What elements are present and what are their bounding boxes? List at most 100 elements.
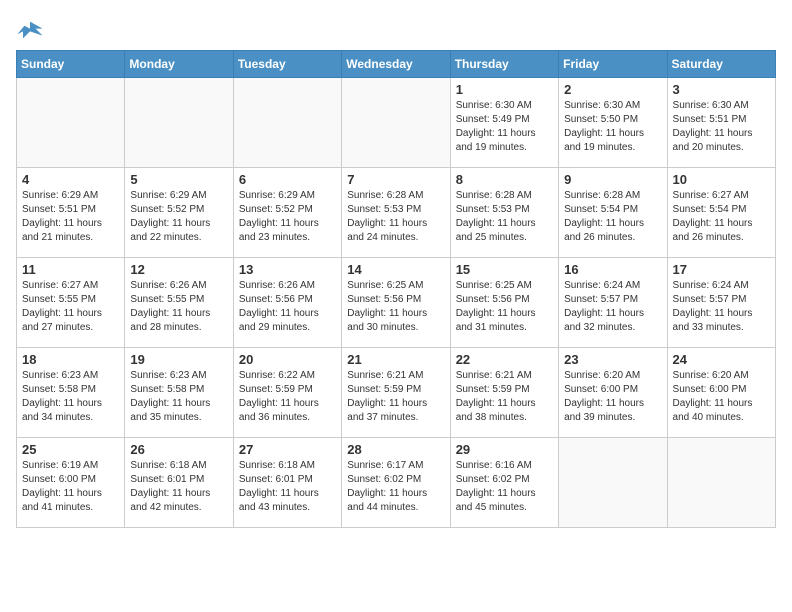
day-cell <box>233 78 341 168</box>
day-info: Sunrise: 6:23 AM Sunset: 5:58 PM Dayligh… <box>130 369 227 425</box>
day-cell: 12 Sunrise: 6:26 AM Sunset: 5:55 PM Dayli… <box>125 258 233 348</box>
day-cell <box>342 78 450 168</box>
day-cell: 19 Sunrise: 6:23 AM Sunset: 5:58 PM Dayli… <box>125 348 233 438</box>
day-cell: 29 Sunrise: 6:16 AM Sunset: 6:02 PM Dayli… <box>450 438 558 528</box>
day-number: 5 <box>130 172 227 187</box>
day-cell: 2 Sunrise: 6:30 AM Sunset: 5:50 PM Daylig… <box>559 78 667 168</box>
page-header <box>16 16 776 44</box>
day-number: 21 <box>347 352 444 367</box>
day-cell: 22Sunrise: 6:21 AM Sunset: 5:59 PM Dayli… <box>450 348 558 438</box>
day-info: Sunrise: 6:30 AM Sunset: 5:51 PM Dayligh… <box>673 99 770 155</box>
day-cell: 16 Sunrise: 6:24 AM Sunset: 5:57 PM Dayli… <box>559 258 667 348</box>
header-cell-sunday: Sunday <box>17 51 125 78</box>
day-cell: 18 Sunrise: 6:23 AM Sunset: 5:58 PM Dayli… <box>17 348 125 438</box>
week-row-0: 1 Sunrise: 6:30 AM Sunset: 5:49 PM Daylig… <box>17 78 776 168</box>
day-number: 16 <box>564 262 661 277</box>
week-row-4: 25 Sunrise: 6:19 AM Sunset: 6:00 PM Dayli… <box>17 438 776 528</box>
week-row-1: 4 Sunrise: 6:29 AM Sunset: 5:51 PM Daylig… <box>17 168 776 258</box>
day-cell: 23 Sunrise: 6:20 AM Sunset: 6:00 PM Dayli… <box>559 348 667 438</box>
day-number: 26 <box>130 442 227 457</box>
day-info: Sunrise: 6:28 AM Sunset: 5:53 PM Dayligh… <box>456 189 553 245</box>
day-number: 2 <box>564 82 661 97</box>
day-cell: 27 Sunrise: 6:18 AM Sunset: 6:01 PM Dayli… <box>233 438 341 528</box>
day-number: 23 <box>564 352 661 367</box>
day-number: 4 <box>22 172 119 187</box>
day-info: Sunrise: 6:17 AM Sunset: 6:02 PM Dayligh… <box>347 459 444 515</box>
day-info: Sunrise: 6:30 AM Sunset: 5:50 PM Dayligh… <box>564 99 661 155</box>
day-info: Sunrise: 6:25 AM Sunset: 5:56 PM Dayligh… <box>347 279 444 335</box>
day-cell: 28Sunrise: 6:17 AM Sunset: 6:02 PM Dayli… <box>342 438 450 528</box>
header-row: SundayMondayTuesdayWednesdayThursdayFrid… <box>17 51 776 78</box>
day-info: Sunrise: 6:29 AM Sunset: 5:52 PM Dayligh… <box>130 189 227 245</box>
day-cell: 10 Sunrise: 6:27 AM Sunset: 5:54 PM Dayli… <box>667 168 775 258</box>
day-info: Sunrise: 6:18 AM Sunset: 6:01 PM Dayligh… <box>130 459 227 515</box>
day-cell: 1 Sunrise: 6:30 AM Sunset: 5:49 PM Daylig… <box>450 78 558 168</box>
day-cell: 14 Sunrise: 6:25 AM Sunset: 5:56 PM Dayli… <box>342 258 450 348</box>
day-cell <box>125 78 233 168</box>
day-cell <box>559 438 667 528</box>
day-number: 24 <box>673 352 770 367</box>
day-info: Sunrise: 6:24 AM Sunset: 5:57 PM Dayligh… <box>673 279 770 335</box>
day-info: Sunrise: 6:18 AM Sunset: 6:01 PM Dayligh… <box>239 459 336 515</box>
day-info: Sunrise: 6:25 AM Sunset: 5:56 PM Dayligh… <box>456 279 553 335</box>
day-number: 12 <box>130 262 227 277</box>
day-number: 8 <box>456 172 553 187</box>
day-cell: 8 Sunrise: 6:28 AM Sunset: 5:53 PM Daylig… <box>450 168 558 258</box>
day-cell <box>667 438 775 528</box>
day-info: Sunrise: 6:16 AM Sunset: 6:02 PM Dayligh… <box>456 459 553 515</box>
day-number: 27 <box>239 442 336 457</box>
day-number: 9 <box>564 172 661 187</box>
day-cell: 13Sunrise: 6:26 AM Sunset: 5:56 PM Dayli… <box>233 258 341 348</box>
day-number: 29 <box>456 442 553 457</box>
calendar-body: 1 Sunrise: 6:30 AM Sunset: 5:49 PM Daylig… <box>17 78 776 528</box>
day-cell: 15 Sunrise: 6:25 AM Sunset: 5:56 PM Dayli… <box>450 258 558 348</box>
day-cell: 4 Sunrise: 6:29 AM Sunset: 5:51 PM Daylig… <box>17 168 125 258</box>
day-number: 22 <box>456 352 553 367</box>
week-row-2: 11Sunrise: 6:27 AM Sunset: 5:55 PM Dayli… <box>17 258 776 348</box>
day-cell: 3 Sunrise: 6:30 AM Sunset: 5:51 PM Daylig… <box>667 78 775 168</box>
day-cell: 20Sunrise: 6:22 AM Sunset: 5:59 PM Dayli… <box>233 348 341 438</box>
day-number: 18 <box>22 352 119 367</box>
day-number: 7 <box>347 172 444 187</box>
logo-bird-icon <box>16 16 44 44</box>
day-info: Sunrise: 6:27 AM Sunset: 5:54 PM Dayligh… <box>673 189 770 245</box>
day-number: 13 <box>239 262 336 277</box>
day-cell: 17 Sunrise: 6:24 AM Sunset: 5:57 PM Dayli… <box>667 258 775 348</box>
day-info: Sunrise: 6:23 AM Sunset: 5:58 PM Dayligh… <box>22 369 119 425</box>
day-info: Sunrise: 6:28 AM Sunset: 5:54 PM Dayligh… <box>564 189 661 245</box>
day-info: Sunrise: 6:26 AM Sunset: 5:55 PM Dayligh… <box>130 279 227 335</box>
logo <box>16 16 48 44</box>
day-number: 1 <box>456 82 553 97</box>
day-info: Sunrise: 6:29 AM Sunset: 5:51 PM Dayligh… <box>22 189 119 245</box>
day-number: 17 <box>673 262 770 277</box>
header-cell-saturday: Saturday <box>667 51 775 78</box>
day-number: 10 <box>673 172 770 187</box>
day-number: 3 <box>673 82 770 97</box>
day-number: 11 <box>22 262 119 277</box>
header-cell-friday: Friday <box>559 51 667 78</box>
day-number: 6 <box>239 172 336 187</box>
day-info: Sunrise: 6:20 AM Sunset: 6:00 PM Dayligh… <box>673 369 770 425</box>
header-cell-tuesday: Tuesday <box>233 51 341 78</box>
day-info: Sunrise: 6:20 AM Sunset: 6:00 PM Dayligh… <box>564 369 661 425</box>
day-number: 15 <box>456 262 553 277</box>
day-cell: 26 Sunrise: 6:18 AM Sunset: 6:01 PM Dayli… <box>125 438 233 528</box>
day-cell: 21 Sunrise: 6:21 AM Sunset: 5:59 PM Dayli… <box>342 348 450 438</box>
day-cell: 5 Sunrise: 6:29 AM Sunset: 5:52 PM Daylig… <box>125 168 233 258</box>
header-cell-wednesday: Wednesday <box>342 51 450 78</box>
calendar-header: SundayMondayTuesdayWednesdayThursdayFrid… <box>17 51 776 78</box>
day-number: 14 <box>347 262 444 277</box>
header-cell-monday: Monday <box>125 51 233 78</box>
day-info: Sunrise: 6:19 AM Sunset: 6:00 PM Dayligh… <box>22 459 119 515</box>
day-number: 25 <box>22 442 119 457</box>
day-cell: 25 Sunrise: 6:19 AM Sunset: 6:00 PM Dayli… <box>17 438 125 528</box>
day-info: Sunrise: 6:30 AM Sunset: 5:49 PM Dayligh… <box>456 99 553 155</box>
day-cell: 7Sunrise: 6:28 AM Sunset: 5:53 PM Daylig… <box>342 168 450 258</box>
day-cell: 6Sunrise: 6:29 AM Sunset: 5:52 PM Daylig… <box>233 168 341 258</box>
day-number: 20 <box>239 352 336 367</box>
day-info: Sunrise: 6:21 AM Sunset: 5:59 PM Dayligh… <box>347 369 444 425</box>
day-cell <box>17 78 125 168</box>
day-number: 19 <box>130 352 227 367</box>
week-row-3: 18 Sunrise: 6:23 AM Sunset: 5:58 PM Dayli… <box>17 348 776 438</box>
day-info: Sunrise: 6:24 AM Sunset: 5:57 PM Dayligh… <box>564 279 661 335</box>
